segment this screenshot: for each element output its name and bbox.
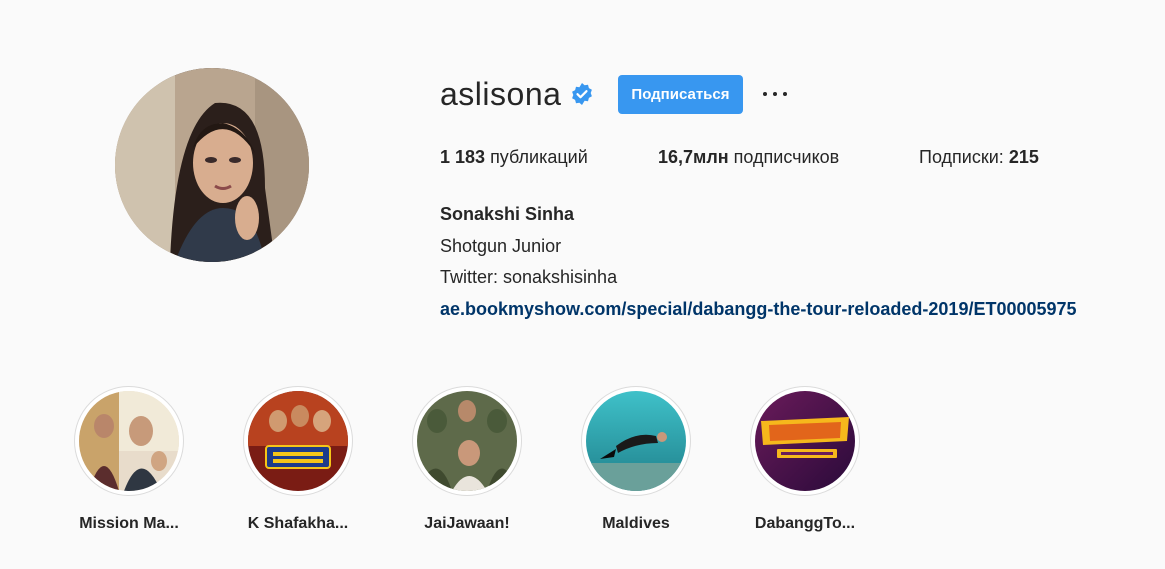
profile-header: aslisona Подписаться: [440, 74, 787, 114]
highlight-label: JaiJawaan!: [424, 515, 510, 532]
profile-stats: 1 183 публикаций 16,7млн подписчиков Под…: [440, 147, 1039, 168]
story-highlight[interactable]: JaiJawaan!: [402, 386, 532, 533]
verified-badge-icon: [572, 83, 593, 105]
story-highlight[interactable]: DabanggTo...: [740, 386, 870, 533]
highlight-label: DabanggTo...: [754, 515, 856, 532]
highlight-label: Maldives: [602, 515, 670, 532]
highlight-cover[interactable]: [243, 386, 353, 496]
highlight-cover[interactable]: [581, 386, 691, 496]
follow-button[interactable]: Подписаться: [618, 74, 743, 114]
highlight-label: Mission Ma...: [79, 515, 179, 532]
username: aslisona: [440, 76, 562, 112]
more-options-icon[interactable]: [762, 82, 787, 106]
story-highlight[interactable]: K Shafakha...: [233, 386, 363, 533]
posts-count: 1 183 публикаций: [440, 147, 588, 167]
bio-line: Shotgun Junior: [440, 235, 562, 256]
highlight-label: K Shafakha...: [247, 515, 349, 532]
profile-bio: Sonakshi Sinha Shotgun Junior Twitter: s…: [440, 199, 1077, 325]
story-highlight[interactable]: Maldives: [571, 386, 701, 533]
bio-link[interactable]: ae.bookmyshow.com/special/dabangg-the-to…: [440, 299, 1077, 319]
profile-page: aslisona Подписаться 1 183 публикаций 16…: [0, 0, 1165, 569]
profile-avatar[interactable]: [115, 68, 309, 262]
story-highlight[interactable]: Mission Ma...: [64, 386, 194, 533]
highlight-cover[interactable]: [74, 386, 184, 496]
bio-line: Twitter: sonakshisinha: [440, 267, 618, 287]
full-name: Sonakshi Sinha: [440, 204, 575, 224]
highlight-cover[interactable]: [750, 386, 860, 496]
highlight-cover[interactable]: [412, 386, 522, 496]
followers-count[interactable]: 16,7млн подписчиков: [658, 147, 919, 168]
following-count[interactable]: Подписки: 215: [919, 147, 1039, 168]
